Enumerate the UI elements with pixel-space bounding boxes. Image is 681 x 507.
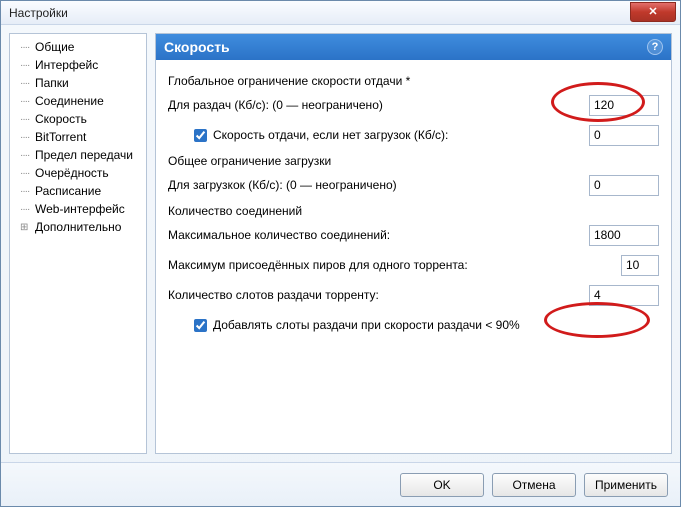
add-slots-label: Добавлять слоты раздачи при скорости раз… — [213, 318, 520, 332]
sidebar-item-bittorrent[interactable]: ····BitTorrent — [14, 128, 142, 146]
settings-window: Настройки ✕ ····Общие ····Интерфейс ····… — [0, 0, 681, 507]
upload-alt-input[interactable] — [589, 125, 659, 146]
sidebar-item-label: Общие — [35, 40, 74, 54]
expand-icon[interactable]: ⊞ — [20, 222, 34, 233]
tree-dots-icon: ···· — [20, 186, 34, 197]
slots-input[interactable] — [589, 285, 659, 306]
sidebar-item-general[interactable]: ····Общие — [14, 38, 142, 56]
tree-dots-icon: ···· — [20, 114, 34, 125]
window-title: Настройки — [9, 6, 68, 20]
sidebar-item-speed[interactable]: ····Скорость — [14, 110, 142, 128]
add-slots-checkbox[interactable] — [194, 319, 207, 332]
download-rate-label: Для загрузкок (Кб/с): (0 — неограничено) — [168, 178, 589, 192]
upload-alt-checkbox[interactable] — [194, 129, 207, 142]
sidebar-item-interface[interactable]: ····Интерфейс — [14, 56, 142, 74]
tree-dots-icon: ···· — [20, 204, 34, 215]
slots-label: Количество слотов раздачи торренту: — [168, 288, 589, 302]
sidebar-item-label: Очерёдность — [35, 166, 109, 180]
section-title: Скорость — [164, 39, 230, 55]
cancel-button[interactable]: Отмена — [492, 473, 576, 497]
sidebar-item-label: Папки — [35, 76, 69, 90]
sidebar-item-advanced[interactable]: ⊞Дополнительно — [14, 218, 142, 236]
titlebar[interactable]: Настройки ✕ — [1, 1, 680, 25]
group-connections-title: Количество соединений — [168, 204, 659, 218]
window-body: ····Общие ····Интерфейс ····Папки ····Со… — [1, 25, 680, 462]
upload-rate-input[interactable] — [589, 95, 659, 116]
close-icon: ✕ — [648, 5, 657, 18]
sidebar-item-label: BitTorrent — [35, 130, 86, 144]
tree-dots-icon: ···· — [20, 78, 34, 89]
tree-dots-icon: ···· — [20, 150, 34, 161]
sidebar-item-scheduler[interactable]: ····Расписание — [14, 182, 142, 200]
max-peers-input[interactable] — [621, 255, 659, 276]
apply-button[interactable]: Применить — [584, 473, 668, 497]
group-upload-title: Глобальное ограничение скорости отдачи * — [168, 74, 659, 88]
tree-dots-icon: ···· — [20, 96, 34, 107]
sidebar-item-label: Расписание — [35, 184, 101, 198]
max-global-label: Максимальное количество соединений: — [168, 228, 589, 242]
sidebar-item-label: Интерфейс — [35, 58, 98, 72]
max-global-input[interactable] — [589, 225, 659, 246]
upload-alt-label: Скорость отдачи, если нет загрузок (Кб/с… — [213, 128, 448, 142]
sidebar-item-label: Скорость — [35, 112, 87, 126]
section-header: Скорость ? — [156, 34, 671, 60]
form-area: Глобальное ограничение скорости отдачи *… — [156, 60, 671, 352]
sidebar-item-connection[interactable]: ····Соединение — [14, 92, 142, 110]
upload-alt-row: Скорость отдачи, если нет загрузок (Кб/с… — [194, 128, 589, 142]
tree-dots-icon: ···· — [20, 42, 34, 53]
dialog-footer: OK Отмена Применить — [1, 462, 680, 506]
ok-button[interactable]: OK — [400, 473, 484, 497]
tree-dots-icon: ···· — [20, 60, 34, 71]
help-icon[interactable]: ? — [647, 39, 663, 55]
download-rate-input[interactable] — [589, 175, 659, 196]
sidebar: ····Общие ····Интерфейс ····Папки ····Со… — [9, 33, 147, 454]
sidebar-item-webui[interactable]: ····Web-интерфейс — [14, 200, 142, 218]
sidebar-item-label: Соединение — [35, 94, 104, 108]
sidebar-item-transfer-cap[interactable]: ····Предел передачи — [14, 146, 142, 164]
upload-rate-label: Для раздач (Кб/с): (0 — неограничено) — [168, 98, 589, 112]
sidebar-item-queueing[interactable]: ····Очерёдность — [14, 164, 142, 182]
content-panel: Скорость ? Глобальное ограничение скорос… — [155, 33, 672, 454]
sidebar-item-folders[interactable]: ····Папки — [14, 74, 142, 92]
group-download-title: Общее ограничение загрузки — [168, 154, 659, 168]
sidebar-item-label: Дополнительно — [35, 220, 121, 234]
sidebar-item-label: Предел передачи — [35, 148, 133, 162]
tree-dots-icon: ···· — [20, 168, 34, 179]
max-peers-label: Максимум присоедённых пиров для одного т… — [168, 258, 621, 272]
tree-dots-icon: ···· — [20, 132, 34, 143]
sidebar-item-label: Web-интерфейс — [35, 202, 125, 216]
close-button[interactable]: ✕ — [630, 2, 676, 22]
add-slots-row: Добавлять слоты раздачи при скорости раз… — [194, 318, 659, 332]
